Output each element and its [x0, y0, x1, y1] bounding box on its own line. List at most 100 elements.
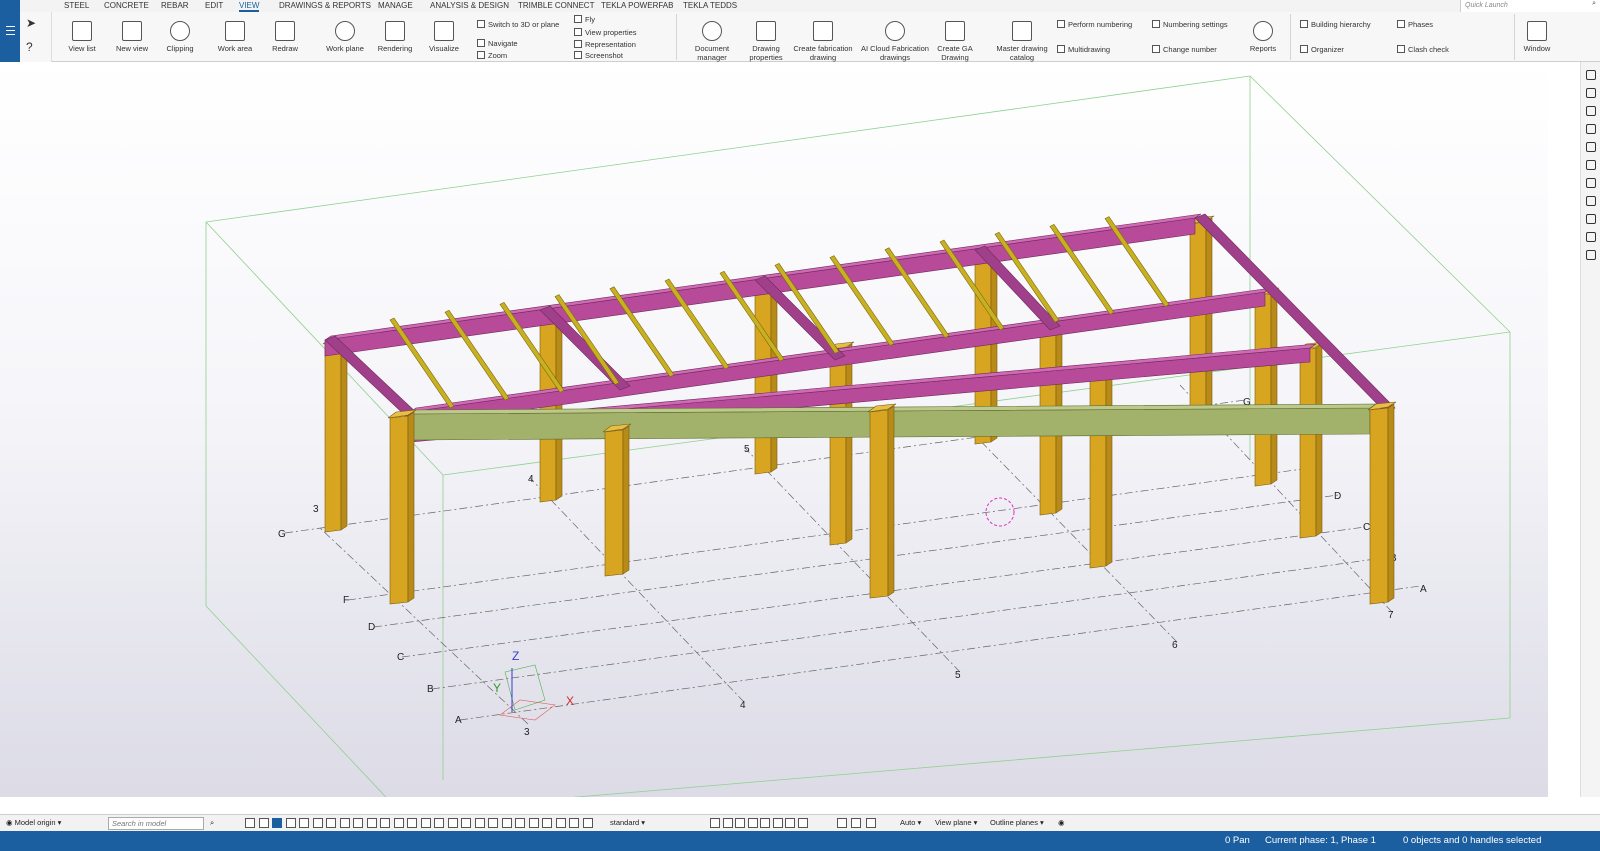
pick-point-marker[interactable] [985, 497, 1015, 527]
multidrawing-button[interactable]: Multidrawing [1057, 45, 1110, 54]
tab-manage[interactable]: MANAGE [378, 1, 413, 10]
settings-icon[interactable] [1586, 196, 1596, 206]
column[interactable] [869, 409, 889, 599]
fly-button[interactable]: Fly [574, 15, 595, 24]
toolbar-tool-button[interactable] [866, 818, 876, 828]
window-button[interactable]: Window [1517, 12, 1557, 62]
toolbar-tool-button[interactable] [528, 818, 539, 828]
rendering-button[interactable]: Rendering [372, 12, 418, 62]
users-icon[interactable] [1586, 124, 1596, 134]
toolbar-tool-button[interactable] [285, 818, 296, 828]
ai-cloud-fabrication-drawings-button[interactable]: AI Cloud Fabrication drawings [860, 12, 930, 62]
search-in-model-input[interactable] [108, 817, 204, 830]
tab-view[interactable]: VIEW [239, 1, 260, 12]
toolbar-tool-button[interactable] [722, 818, 733, 828]
redraw-button[interactable]: Redraw [264, 12, 306, 62]
help-pointer-icon[interactable]: ? [26, 40, 33, 54]
work-area-button[interactable]: Work area [210, 12, 260, 62]
view-list-button[interactable]: View list [62, 12, 102, 62]
representation-button[interactable]: Representation [574, 40, 636, 49]
view-properties-button[interactable]: View properties [574, 28, 637, 37]
toolbar-tool-button[interactable] [488, 818, 498, 828]
perform-numbering-button[interactable]: Perform numbering [1057, 20, 1132, 29]
toolbar-tool-button[interactable] [407, 818, 417, 828]
toolbar-tool-button[interactable] [299, 818, 309, 828]
tab-steel[interactable]: STEEL [64, 1, 89, 10]
change-number-button[interactable]: Change number [1152, 45, 1217, 54]
toolbar-tool-button[interactable] [569, 818, 579, 828]
cloud-icon[interactable] [1586, 178, 1596, 188]
globe-icon[interactable] [1586, 160, 1596, 170]
clipping-button[interactable]: Clipping [160, 12, 200, 62]
phases-button[interactable]: Phases [1397, 20, 1433, 29]
building-hierarchy-button[interactable]: Building hierarchy [1300, 20, 1371, 29]
column[interactable] [754, 281, 772, 475]
column[interactable] [389, 415, 409, 605]
clash-check-button[interactable]: Clash check [1397, 45, 1449, 54]
tab-tekla-powerfab[interactable]: TEKLA POWERFAB [601, 1, 673, 10]
toolbar-tool-button[interactable] [710, 818, 720, 828]
tab-concrete[interactable]: CONCRETE [104, 1, 149, 10]
toolbar-tool-button[interactable] [501, 818, 512, 828]
organizer-button[interactable]: Organizer [1300, 45, 1344, 54]
column[interactable] [604, 429, 624, 577]
learning-icon[interactable] [1586, 106, 1596, 116]
toolbar-tool-button[interactable] [785, 818, 795, 828]
master-drawing-catalog-button[interactable]: Master drawing catalog [992, 12, 1052, 62]
hamburger-menu-icon[interactable] [6, 26, 15, 35]
tab-tekla-tedds[interactable]: TEKLA TEDDS [683, 1, 737, 10]
toolbar-tool-button[interactable] [366, 818, 377, 828]
model-viewport[interactable]: ABCDFG345673456ABCDFGZYX [0, 62, 1548, 797]
select-arrow-icon[interactable]: ➤ [26, 16, 36, 30]
toolbar-tool-button[interactable] [420, 818, 431, 828]
model-origin-dropdown[interactable]: ◉ Model origin ▾ [6, 817, 61, 829]
toolbar-tool-button[interactable] [555, 818, 566, 828]
layers-icon[interactable] [1586, 214, 1596, 224]
reports-button[interactable]: Reports [1247, 12, 1279, 62]
new-view-button[interactable]: New view [112, 12, 152, 62]
tab-rebar[interactable]: REBAR [161, 1, 189, 10]
zoom-button[interactable]: Zoom [477, 51, 507, 60]
toolbar-tool-button[interactable] [447, 818, 458, 828]
toolbar-tool-button[interactable] [258, 818, 269, 828]
create-fabrication-drawing-button[interactable]: Create fabrication drawing [792, 12, 854, 62]
applications-icon[interactable] [1586, 250, 1596, 260]
toolbar-tool-button[interactable] [353, 818, 363, 828]
tab-drawings-reports[interactable]: DRAWINGS & REPORTS [279, 1, 371, 10]
toolbar-tool-button[interactable] [380, 818, 390, 828]
column[interactable] [1299, 347, 1317, 539]
numbering-settings-button[interactable]: Numbering settings [1152, 20, 1228, 29]
toolbar-tool-button[interactable] [393, 818, 404, 828]
quick-launch-input[interactable]: Quick Launch ⌕ [1460, 0, 1600, 12]
create-ga-drawing-button[interactable]: Create GA Drawing [932, 12, 978, 62]
toolbar-tool-button[interactable] [515, 818, 525, 828]
toolbar-tool-button[interactable] [339, 818, 350, 828]
search-icon[interactable]: ⌕ [1592, 0, 1596, 8]
toolbar-tool-button[interactable] [760, 818, 770, 828]
collapse-icon[interactable] [1586, 70, 1596, 80]
toolbar-tool-button[interactable] [797, 818, 808, 828]
visualize-button[interactable]: Visualize [424, 12, 464, 62]
document-manager-button[interactable]: Document manager [684, 12, 740, 62]
toolbar-tool-button[interactable] [851, 818, 861, 828]
properties-icon[interactable] [1586, 88, 1596, 98]
tab-edit[interactable]: EDIT [205, 1, 223, 10]
tab-trimble-connect[interactable]: TRIMBLE CONNECT [518, 1, 594, 10]
toolbar-tool-button[interactable] [747, 818, 758, 828]
toolbar-tool-button[interactable] [272, 818, 282, 828]
toolbar-tool-button[interactable] [474, 818, 485, 828]
transverse-beam[interactable] [1194, 213, 1396, 413]
column[interactable] [1254, 293, 1272, 487]
toolbar-tool-button[interactable] [582, 818, 593, 828]
switch-to-3d-or-plane-button[interactable]: Switch to 3D or plane [477, 20, 559, 29]
toolbar-tool-button[interactable] [542, 818, 552, 828]
search-icon[interactable]: ⌕ [210, 817, 214, 829]
outline-planes-dropdown[interactable]: Outline planes ▾ [990, 817, 1044, 829]
standard-dropdown[interactable]: standard ▾ [610, 817, 645, 829]
toolbar-tool-button[interactable] [772, 818, 783, 828]
toolbar-tool-button[interactable] [434, 818, 444, 828]
tab-analysis-design[interactable]: ANALYSIS & DESIGN [430, 1, 509, 10]
toolbar-tool-button[interactable] [245, 818, 255, 828]
toolbar-tool-button[interactable] [837, 818, 847, 828]
toolbar-tool-button[interactable] [461, 818, 471, 828]
